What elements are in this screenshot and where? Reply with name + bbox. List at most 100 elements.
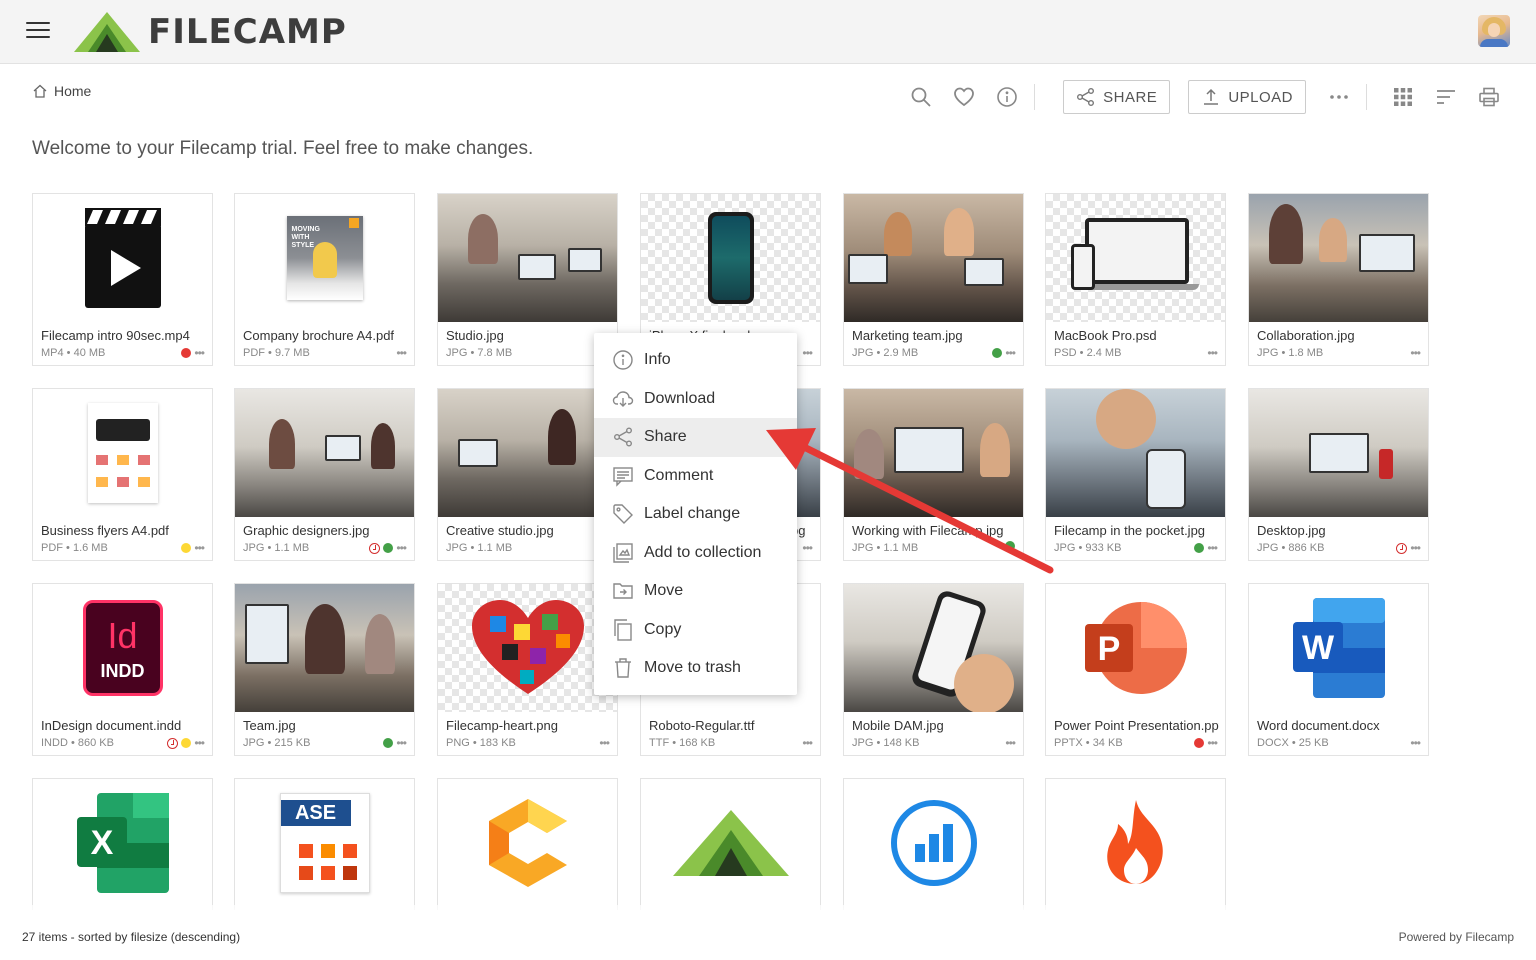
photo-thumbnail [235, 389, 414, 517]
more-icon[interactable]: ••• [802, 541, 813, 555]
favorite-heart-icon[interactable] [947, 80, 981, 114]
filecamp-logo[interactable]: FILECAMP [72, 10, 347, 54]
info-icon[interactable] [990, 80, 1024, 114]
more-icon[interactable]: ••• [396, 736, 407, 750]
file-card[interactable]: Graphic designers.jpg JPG • 1.1 MB ••• [234, 388, 415, 561]
file-meta: PSD • 2.4 MB [1054, 347, 1122, 359]
more-icon[interactable]: ••• [1005, 736, 1016, 750]
collection-icon [613, 543, 633, 563]
more-icon[interactable]: ••• [1410, 541, 1421, 555]
file-card[interactable] [1045, 778, 1226, 910]
more-icon[interactable]: ••• [1207, 736, 1218, 750]
video-clapperboard-icon [84, 208, 161, 308]
file-card[interactable]: Filecamp-heart.png PNG • 183 KB ••• [437, 583, 618, 756]
more-icon[interactable]: ••• [1410, 346, 1421, 360]
more-icon[interactable]: ••• [396, 541, 407, 555]
more-icon[interactable]: ••• [599, 736, 610, 750]
more-icon[interactable]: ••• [802, 346, 813, 360]
more-icon[interactable]: ••• [396, 346, 407, 360]
file-name: Working with Filecamp.jpg [852, 523, 1004, 538]
more-icon[interactable]: ••• [194, 541, 205, 555]
cloud-download-icon [612, 391, 634, 407]
more-icon[interactable]: ••• [1005, 346, 1016, 360]
file-card[interactable]: Creative studio.jpg JPG • 1.1 MB [437, 388, 618, 561]
file-card[interactable]: Marketing team.jpg JPG • 2.9 MB ••• [843, 193, 1024, 366]
photo-thumbnail [844, 389, 1023, 517]
file-card[interactable]: MacBook Pro.psd PSD • 2.4 MB ••• [1045, 193, 1226, 366]
label-red [181, 348, 192, 358]
menu-item-move-to-trash[interactable]: Move to trash [594, 649, 797, 688]
more-icon[interactable]: ••• [1410, 736, 1421, 750]
file-card[interactable]: Mobile DAM.jpg JPG • 148 KB ••• [843, 583, 1024, 756]
file-card[interactable] [640, 778, 821, 910]
file-card[interactable]: P Power Point Presentation.pptx PPTX • 3… [1045, 583, 1226, 756]
welcome-message: Welcome to your Filecamp trial. Feel fre… [32, 138, 534, 159]
file-card[interactable]: W Word document.docx DOCX • 25 KB ••• [1248, 583, 1429, 756]
powered-by-link[interactable]: Powered by Filecamp [1399, 930, 1514, 944]
file-card[interactable]: Collaboration.jpg JPG • 1.8 MB ••• [1248, 193, 1429, 366]
top-bar: FILECAMP [0, 0, 1536, 64]
print-icon[interactable] [1472, 80, 1506, 114]
expiry-clock-icon [369, 542, 381, 554]
file-card[interactable]: Business flyers A4.pdf PDF • 1.6 MB ••• [32, 388, 213, 561]
photo-thumbnail [1249, 389, 1428, 517]
flyer-thumbnail [87, 403, 158, 503]
menu-item-label-change[interactable]: Label change [594, 495, 797, 534]
file-meta: JPG • 886 KB [1257, 542, 1325, 554]
file-name: MacBook Pro.psd [1054, 328, 1157, 343]
more-icon[interactable]: ••• [802, 736, 813, 750]
file-meta: JPG • 7.8 MB [446, 347, 513, 359]
file-card[interactable]: Working with Filecamp.jpg JPG • 1.1 MB [843, 388, 1024, 561]
more-options-icon[interactable] [1322, 80, 1356, 114]
menu-item-comment[interactable]: Comment [594, 457, 797, 496]
menu-item-share[interactable]: Share [594, 418, 797, 457]
file-card[interactable] [843, 778, 1024, 910]
more-icon[interactable]: ••• [194, 346, 205, 360]
file-thumbnail [1249, 389, 1428, 517]
upload-button[interactable]: UPLOAD [1188, 80, 1306, 114]
menu-item-move[interactable]: Move [594, 572, 797, 611]
file-thumbnail [1249, 194, 1428, 322]
file-card[interactable]: Filecamp in the pocket.jpg JPG • 933 KB … [1045, 388, 1226, 561]
file-meta: INDD • 860 KB [41, 737, 114, 749]
file-name: Graphic designers.jpg [243, 523, 370, 538]
file-thumbnail [438, 584, 617, 712]
file-card[interactable]: Desktop.jpg JPG • 886 KB ••• [1248, 388, 1429, 561]
file-card[interactable]: Studio.jpg JPG • 7.8 MB [437, 193, 618, 366]
share-button[interactable]: SHARE [1063, 80, 1171, 114]
svg-text:P: P [1097, 630, 1120, 668]
photo-thumbnail [235, 584, 414, 712]
menu-item-download[interactable]: Download [594, 380, 797, 419]
file-card[interactable]: ASE [234, 778, 415, 910]
photo-thumbnail [844, 194, 1023, 322]
more-icon[interactable]: ••• [1207, 541, 1218, 555]
menu-icon[interactable] [26, 22, 50, 42]
photo-thumbnail [438, 194, 617, 322]
more-icon[interactable]: ••• [1207, 346, 1218, 360]
menu-item-info[interactable]: Info [594, 341, 797, 380]
file-card[interactable]: Filecamp intro 90sec.mp4 MP4 • 40 MB ••• [32, 193, 213, 366]
more-icon[interactable]: ••• [194, 736, 205, 750]
file-card[interactable] [437, 778, 618, 910]
user-avatar[interactable] [1478, 15, 1510, 47]
sort-icon[interactable] [1429, 80, 1463, 114]
file-card[interactable]: X [32, 778, 213, 910]
grid-view-icon[interactable] [1386, 80, 1420, 114]
file-card[interactable]: Team.jpg JPG • 215 KB ••• [234, 583, 415, 756]
file-name: Creative studio.jpg [446, 523, 554, 538]
menu-item-add-to-collection[interactable]: Add to collection [594, 534, 797, 573]
excel-icon: X [76, 793, 169, 893]
breadcrumb-home[interactable]: Home [32, 83, 91, 99]
file-card[interactable]: MOVING WITH STYLE Company brochure A4.pd… [234, 193, 415, 366]
expiry-clock-icon [167, 737, 179, 749]
heart-collage-icon [471, 600, 584, 694]
search-icon[interactable] [904, 80, 938, 114]
analytics-chart-icon [890, 800, 977, 886]
menu-item-copy[interactable]: Copy [594, 611, 797, 650]
file-thumbnail [844, 584, 1023, 712]
file-name: Marketing team.jpg [852, 328, 963, 343]
home-icon [33, 84, 47, 98]
folder-move-icon [613, 583, 633, 599]
file-card[interactable]: Id INDD InDesign document.indd INDD • 86… [32, 583, 213, 756]
label-yellow [181, 543, 192, 553]
